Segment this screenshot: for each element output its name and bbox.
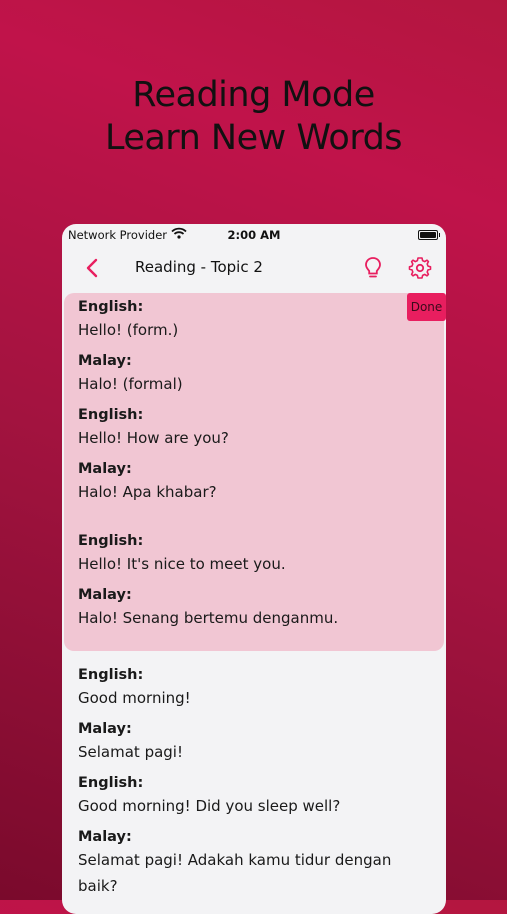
lightbulb-icon xyxy=(365,257,381,278)
headline-line-1: Reading Mode xyxy=(132,75,375,115)
status-bar: Network Provider 2:00 AM xyxy=(62,224,446,246)
back-button[interactable] xyxy=(82,254,104,282)
line-label: Malay: xyxy=(78,461,132,477)
phone-screen: Network Provider 2:00 AM Reading - Topic… xyxy=(62,224,446,914)
line-text-continued: baik? xyxy=(78,877,118,895)
line-text: Hello! (form.) xyxy=(78,321,179,339)
line-text: Halo! Senang bertemu denganmu. xyxy=(78,609,339,627)
line-text: Selamat pagi! Adakah kamu tidur dengan xyxy=(78,851,392,869)
page-title: Reading - Topic 2 xyxy=(135,258,263,276)
line-label: Malay: xyxy=(78,587,132,603)
dialogue-block-1: English: Hello! (form.) Malay: Halo! (fo… xyxy=(78,297,416,631)
line-text: Hello! How are you? xyxy=(78,429,229,447)
line-text: Halo! (formal) xyxy=(78,375,183,393)
settings-button[interactable] xyxy=(408,255,432,281)
line-label: English: xyxy=(78,407,144,423)
line-text: Good morning! xyxy=(78,689,191,707)
line-label: English: xyxy=(78,533,144,549)
line-label: Malay: xyxy=(78,353,132,369)
line-label: English: xyxy=(78,299,144,315)
line-text: Hello! It's nice to meet you. xyxy=(78,555,286,573)
hint-button[interactable] xyxy=(362,255,384,281)
headline-line-2: Learn New Words xyxy=(104,118,403,158)
line-label: Malay: xyxy=(78,721,132,737)
chevron-left-icon xyxy=(86,258,98,278)
line-text: Selamat pagi! xyxy=(78,743,183,761)
status-time: 2:00 AM xyxy=(227,228,281,242)
line-label: Malay: xyxy=(78,829,132,845)
line-text: Good morning! Did you sleep well? xyxy=(78,797,341,815)
line-text: Halo! Apa khabar? xyxy=(78,483,217,501)
promo-headline: Reading Mode Learn New Words xyxy=(0,74,507,160)
dialogue-block-2[interactable]: English: Good morning! Malay: Selamat pa… xyxy=(78,665,416,899)
gear-icon xyxy=(408,257,432,279)
battery-icon xyxy=(418,230,440,240)
line-label: English: xyxy=(78,775,144,791)
line-label: English: xyxy=(78,667,144,683)
nav-bar: Reading - Topic 2 xyxy=(62,248,446,288)
